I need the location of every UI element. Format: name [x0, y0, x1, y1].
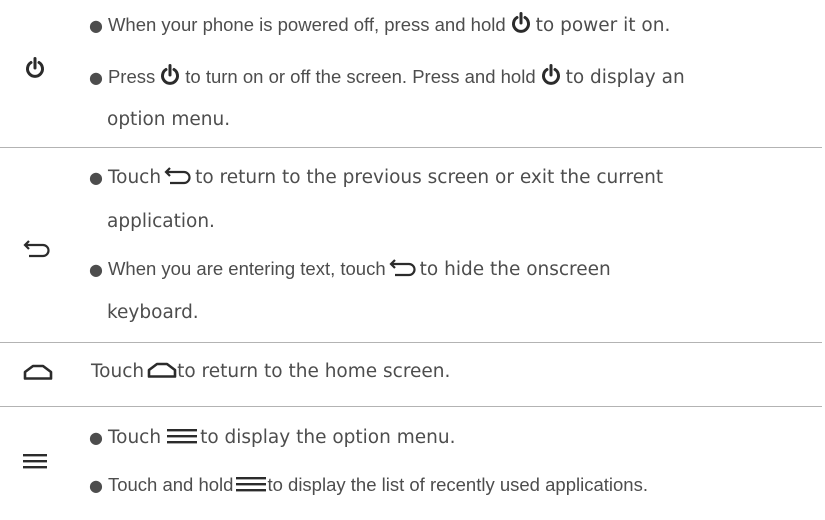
- divider: [0, 342, 822, 343]
- power-bullet-2: ● Press to turn on or off the screen. Pres…: [89, 63, 685, 90]
- home-key-icon: [23, 364, 53, 380]
- back-b2-text-1: When you are entering text, touch: [107, 258, 386, 279]
- divider: [0, 406, 822, 407]
- menu-bullet-1: ● Touch to display the option menu.: [89, 427, 456, 448]
- menu-b2-text-1: Touch and hold: [107, 474, 234, 495]
- power-b1-text-2: to power it on.: [535, 15, 671, 36]
- menu-b1-text-1: Touch: [107, 427, 162, 448]
- back-b2-text-2: to hide the onscreen: [419, 259, 611, 280]
- power-b2-text-1: Press: [107, 66, 156, 87]
- home-icon: [147, 362, 177, 378]
- back-bullet-2: ● When you are entering text, touch to hid…: [89, 258, 611, 280]
- back-bullet-1: ● Touch to return to the previous screen o…: [89, 167, 664, 188]
- power-b1-text-1: When your phone is powered off, press an…: [107, 14, 506, 35]
- power-bullet-1: ● When your phone is powered off, press a…: [89, 11, 670, 38]
- menu-bullet-2: ● Touch and hold to display the list of re…: [89, 474, 648, 495]
- power-icon: [158, 63, 182, 87]
- power-icon: [509, 11, 533, 35]
- back-bullet-2-continued: keyboard.: [107, 302, 199, 323]
- menu-icon: [167, 428, 198, 444]
- power-key-icon: [23, 56, 47, 80]
- power-icon: [539, 63, 563, 87]
- home-description: Touch to return to the home screen.: [91, 360, 450, 384]
- power-b2-text-2: to turn on or off the screen. Press and …: [185, 66, 536, 87]
- menu-icon: [236, 476, 267, 492]
- back-bullet-1-continued: application.: [107, 211, 215, 232]
- home-text-2: to return to the home screen.: [177, 361, 451, 382]
- back-arrow-icon: [389, 259, 417, 277]
- power-b2-text-3: to display an: [565, 67, 685, 88]
- menu-key-icon: [23, 453, 47, 469]
- home-text-1: Touch: [91, 361, 145, 382]
- divider: [0, 147, 822, 148]
- back-b1-text-2: to return to the previous screen or exit…: [195, 167, 664, 188]
- menu-b2-text-2: to display the list of recently used app…: [267, 474, 648, 495]
- back-b1-text-1: Touch: [107, 167, 162, 188]
- back-key-icon: [23, 240, 51, 258]
- back-arrow-icon: [164, 167, 192, 185]
- power-bullet-2-continued: option menu.: [107, 109, 231, 130]
- menu-b1-text-2: to display the option menu.: [200, 427, 456, 448]
